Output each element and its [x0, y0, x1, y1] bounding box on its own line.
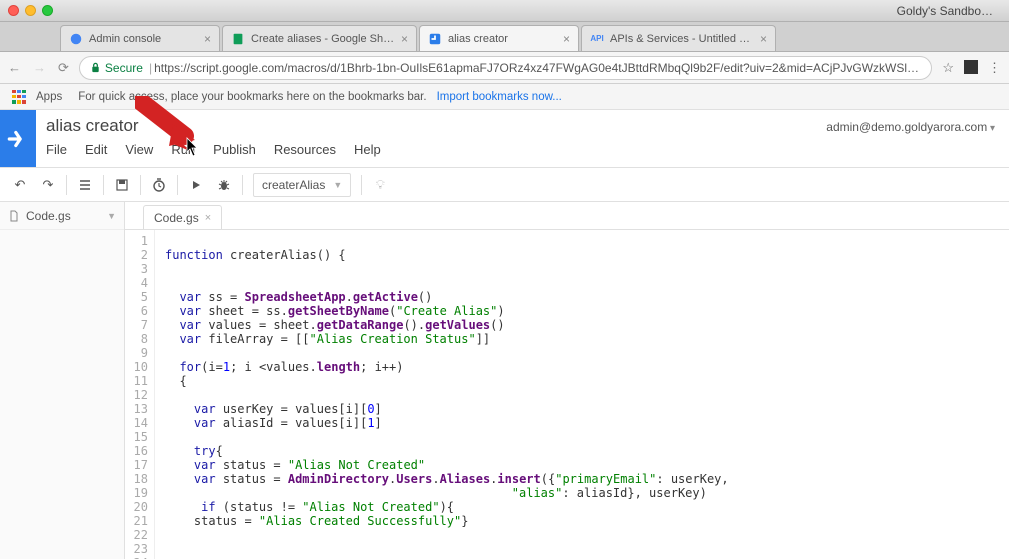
minimize-window-button[interactable] — [25, 5, 36, 16]
editor-panel: Code.gs × 123456789101112131415161718192… — [125, 202, 1009, 559]
admin-icon — [69, 32, 83, 46]
project-name[interactable]: alias creator — [46, 116, 816, 136]
menu-help[interactable]: Help — [354, 142, 381, 157]
browser-tab-active[interactable]: alias creator × — [419, 25, 579, 51]
code-content[interactable]: function createrAlias() { var ss = Sprea… — [155, 230, 1009, 559]
bookmarks-bar: Apps For quick access, place your bookma… — [0, 84, 1009, 110]
lightbulb-button[interactable]: 💡︎ — [366, 171, 394, 199]
import-bookmarks-link[interactable]: Import bookmarks now... — [437, 91, 562, 103]
toolbar: ↶ ↷ createrAlias ▼ 💡︎ — [0, 168, 1009, 202]
selected-function-label: createrAlias — [262, 178, 325, 192]
user-email[interactable]: admin@demo.goldyarora.com — [826, 110, 1009, 167]
apps-script-logo[interactable] — [0, 110, 36, 167]
traffic-lights — [8, 5, 53, 16]
close-tab-icon[interactable]: × — [401, 32, 408, 46]
browser-tab-strip: Admin console × Create aliases - Google … — [0, 22, 1009, 52]
nav-buttons: ← → ⟳ — [8, 60, 69, 76]
run-button[interactable] — [182, 171, 210, 199]
star-icon[interactable]: ☆ — [942, 60, 954, 76]
save-button[interactable] — [108, 171, 136, 199]
reload-button[interactable]: ⟳ — [58, 60, 69, 76]
api-icon: API — [590, 32, 604, 46]
address-bar-row: ← → ⟳ Secure | https://script.google.com… — [0, 52, 1009, 84]
close-file-tab-icon[interactable]: × — [205, 212, 211, 224]
browser-tab[interactable]: Admin console × — [60, 25, 220, 51]
chevron-down-icon[interactable]: ▼ — [107, 211, 116, 221]
secure-indicator: Secure — [90, 61, 143, 75]
window-titlebar: Goldy's Sandbo… — [0, 0, 1009, 22]
window-title: Goldy's Sandbo… — [897, 4, 1001, 18]
close-window-button[interactable] — [8, 5, 19, 16]
menu-file[interactable]: File — [46, 142, 67, 157]
chevron-down-icon: ▼ — [333, 180, 342, 190]
url-text: https://script.google.com/macros/d/1Bhrb… — [154, 61, 921, 75]
tab-label: alias creator — [448, 33, 557, 45]
sidebar-file-label: Code.gs — [26, 209, 71, 223]
browser-tab[interactable]: Create aliases - Google Sheets × — [222, 25, 417, 51]
code-editor[interactable]: 1234567891011121314151617181920212223242… — [125, 230, 1009, 559]
undo-button[interactable]: ↶ — [6, 171, 34, 199]
file-tab-label: Code.gs — [154, 211, 199, 225]
menu-edit[interactable]: Edit — [85, 142, 107, 157]
menu-icon[interactable]: ⋮ — [988, 60, 1001, 76]
address-field[interactable]: Secure | https://script.google.com/macro… — [79, 56, 932, 80]
file-tab-strip: Code.gs × — [125, 202, 1009, 230]
app-header: alias creator File Edit View Run Publish… — [0, 110, 1009, 168]
triggers-button[interactable] — [145, 171, 173, 199]
indent-button[interactable] — [71, 171, 99, 199]
file-tab[interactable]: Code.gs × — [143, 205, 222, 229]
lock-icon — [90, 62, 101, 73]
close-tab-icon[interactable]: × — [204, 32, 211, 46]
address-bar-actions: ☆ ⋮ — [942, 60, 1001, 76]
redo-button[interactable]: ↷ — [34, 171, 62, 199]
apps-icon[interactable] — [12, 90, 26, 104]
debug-button[interactable] — [210, 171, 238, 199]
bookmarks-hint: For quick access, place your bookmarks h… — [78, 91, 426, 103]
editor-body: Code.gs ▼ Code.gs × 12345678910111213141… — [0, 202, 1009, 559]
browser-tab[interactable]: API APIs & Services - Untitled proj × — [581, 25, 776, 51]
close-tab-icon[interactable]: × — [563, 32, 570, 46]
function-selector[interactable]: createrAlias ▼ — [253, 173, 351, 197]
menu-view[interactable]: View — [125, 142, 153, 157]
tab-label: APIs & Services - Untitled proj — [610, 33, 754, 45]
menu-resources[interactable]: Resources — [274, 142, 336, 157]
script-icon — [428, 32, 442, 46]
sheets-icon — [231, 32, 245, 46]
menu-publish[interactable]: Publish — [213, 142, 256, 157]
menu-run[interactable]: Run — [171, 142, 195, 157]
line-gutter: 1234567891011121314151617181920212223242… — [125, 230, 155, 559]
menu-bar: File Edit View Run Publish Resources Hel… — [46, 142, 816, 157]
extension-icon[interactable] — [964, 60, 978, 74]
file-icon — [8, 210, 20, 222]
zoom-window-button[interactable] — [42, 5, 53, 16]
tab-label: Admin console — [89, 33, 198, 45]
back-button[interactable]: ← — [8, 60, 21, 76]
file-sidebar: Code.gs ▼ — [0, 202, 125, 559]
apps-label[interactable]: Apps — [36, 91, 62, 103]
tab-label: Create aliases - Google Sheets — [251, 33, 395, 45]
close-tab-icon[interactable]: × — [760, 32, 767, 46]
sidebar-file-item[interactable]: Code.gs ▼ — [0, 202, 124, 230]
forward-button[interactable]: → — [33, 60, 46, 76]
secure-label: Secure — [105, 61, 143, 75]
